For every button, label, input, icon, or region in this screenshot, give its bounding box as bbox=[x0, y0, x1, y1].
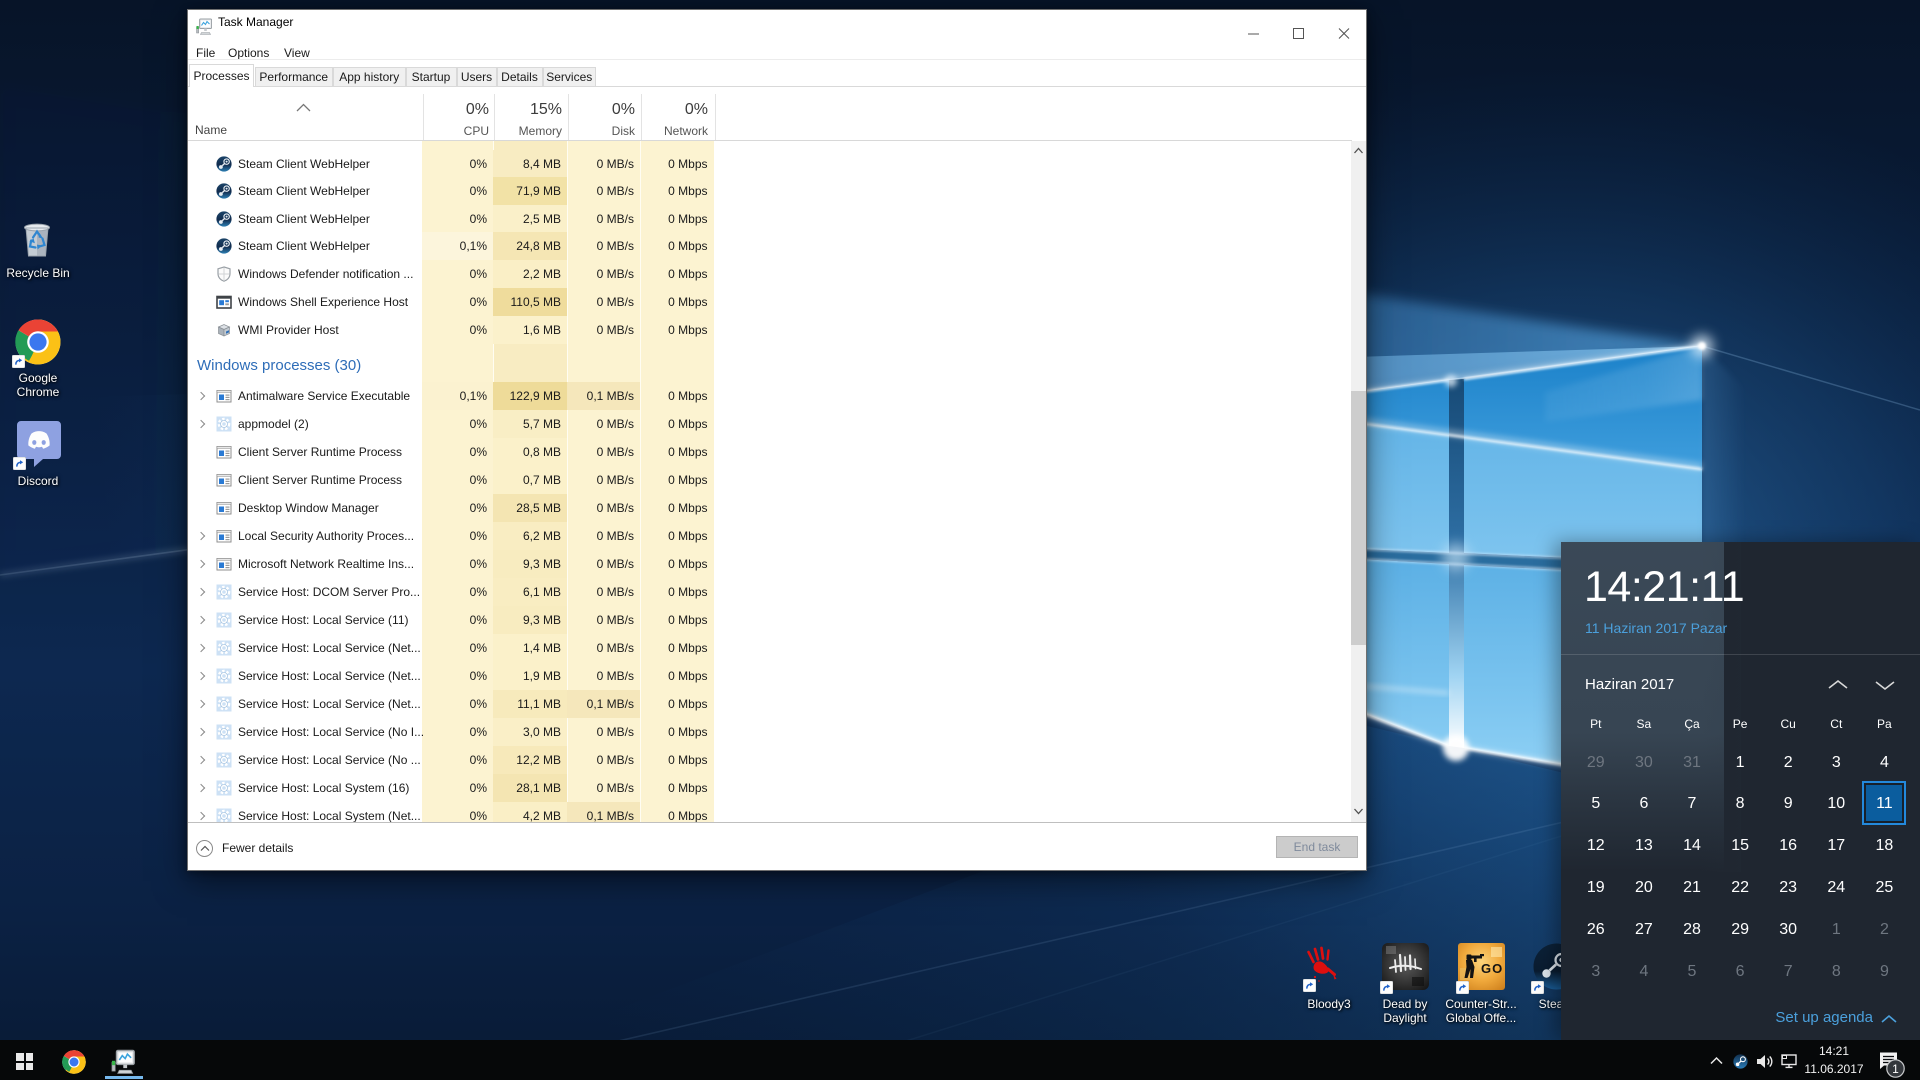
svg-text:GO: GO bbox=[1481, 961, 1503, 976]
svg-text:1: 1 bbox=[1892, 1062, 1899, 1076]
